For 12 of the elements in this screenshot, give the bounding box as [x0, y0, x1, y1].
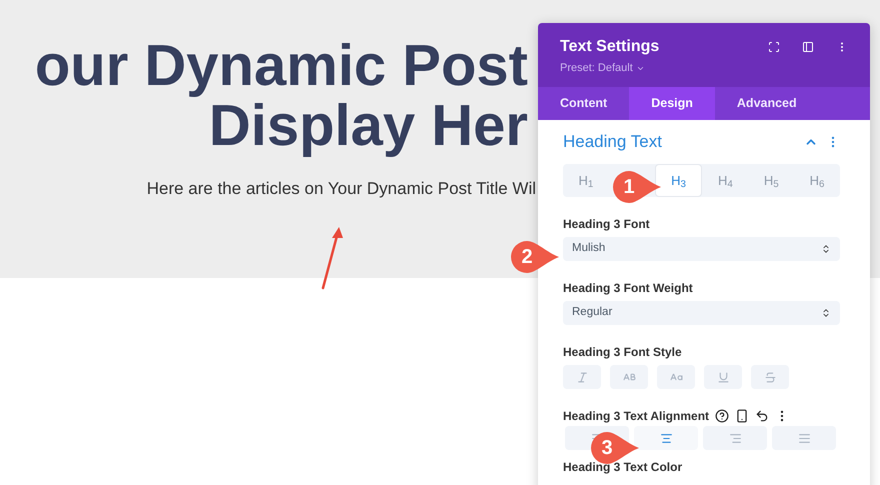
field-label: Heading 3 Font Style — [563, 345, 683, 359]
field-label: Heading 3 Font — [563, 217, 651, 231]
callout-number: 1 — [622, 175, 636, 200]
callout-number: 3 — [600, 436, 614, 461]
hero-title: our Dynamic Post — [34, 36, 528, 96]
callout-number: 2 — [520, 245, 534, 270]
field-label: Heading 3 Font Weight — [563, 281, 694, 295]
hero-title: Display Her — [208, 96, 528, 156]
panel-title: Text Settings — [560, 37, 660, 57]
hero-subtitle: Here are the articles on Your Dynamic Post Title Wil — [146, 179, 536, 198]
field-label: Heading 3 Text Color — [563, 460, 684, 474]
field-label: Heading 3 Text Alignment — [563, 409, 710, 423]
